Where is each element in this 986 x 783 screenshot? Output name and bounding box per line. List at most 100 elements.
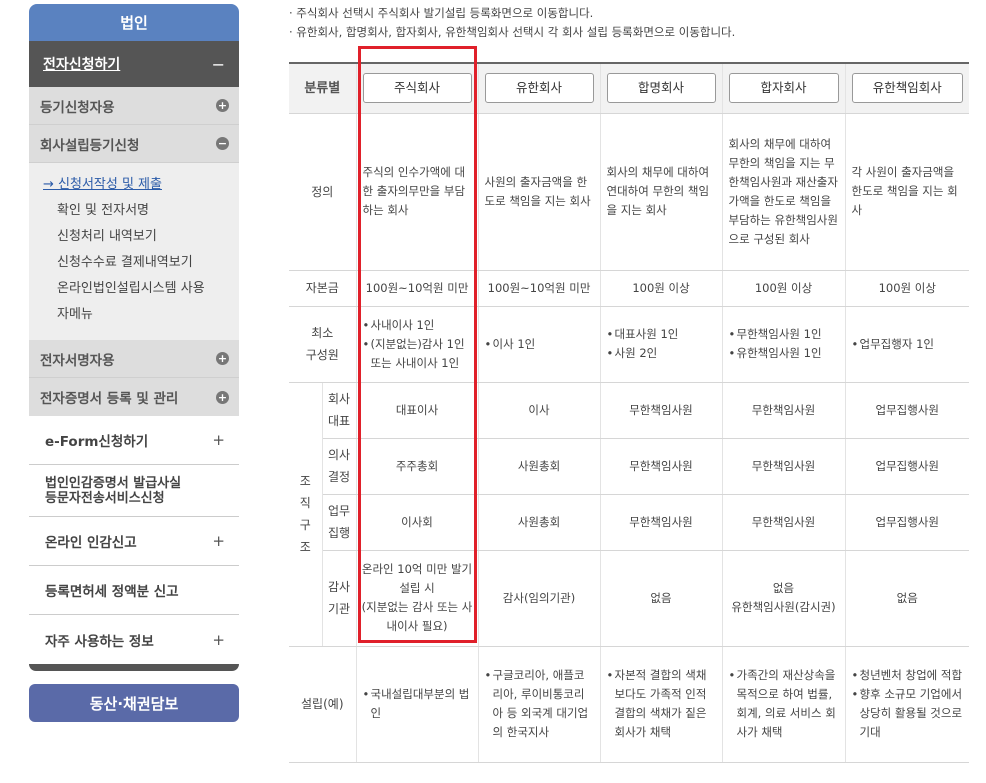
sub-label: 업무집행	[322, 494, 357, 551]
sidebar-item-label: 법인인감증명서 발급사실 등문자전송서비스신청	[45, 476, 181, 506]
sidebar: 법인 전자신청하기 − 등기신청자용 + 회사설립등기신청 − → 신청서작성 …	[29, 4, 239, 671]
sidebar-sub-certificate[interactable]: 전자증명서 등록 및 관리 +	[29, 378, 239, 416]
cell: 100원~10억원 미만	[477, 270, 601, 307]
header-cell: 주식회사	[355, 62, 479, 114]
label-line-1: 법인인감증명서 발급사실	[45, 475, 182, 491]
sidebar-item-label: 등록면허세 정액분 신고	[45, 584, 179, 600]
cell: 온라인 10억 미만 발기설립 시 (지분없는 감사 또는 사내이사 필요)	[355, 550, 479, 647]
sidebar-link-fee[interactable]: 신청수수료 결제내역보기	[29, 250, 239, 276]
row-label: 최소 구성원	[289, 306, 357, 383]
list-item: 향후 소규모 기업에서 상당히 활용될 것으로 기대	[852, 685, 964, 742]
cell: 사원의 출자금액을 한도로 책임을 지는 회사	[477, 113, 601, 271]
cell: 사원총회	[477, 494, 601, 551]
table-row-audit: 감사기관 온라인 10억 미만 발기설립 시 (지분없는 감사 또는 사내이사 …	[289, 550, 970, 647]
note-2: · 유한회사, 합명회사, 합자회사, 유한책임회사 선택시 각 회사 설립 등…	[289, 25, 736, 39]
list-item: 업무집행자 1인	[852, 335, 964, 354]
row-label: 정의	[289, 113, 357, 271]
table-row-definition: 정의 주식의 인수가액에 대한 출자의무만을 부담하는 회사 사원의 출자금액을…	[289, 113, 970, 271]
sidebar-item-label: 자주 사용하는 정보	[45, 633, 154, 650]
company-button-limited[interactable]: 유한회사	[484, 73, 594, 104]
sidebar-sub-label: 등기신청자용	[40, 99, 115, 116]
movable-asset-button[interactable]: 동산·채권담보	[29, 684, 239, 722]
note-1: · 주식회사 선택시 주식회사 발기설립 등록화면으로 이동합니다.	[289, 6, 594, 20]
cell: 사원총회	[477, 438, 601, 495]
sidebar-link-submenu[interactable]: 자메뉴	[29, 302, 239, 328]
header-cell: 유한회사	[477, 62, 601, 114]
sub-label: 회사 대표	[322, 382, 357, 439]
sidebar-link-application[interactable]: → 신청서작성 및 제출	[29, 172, 239, 198]
header-label-text: 분류별	[304, 80, 341, 96]
cell: 없음	[599, 550, 723, 647]
cell: 업무집행자 1인	[844, 306, 970, 383]
sidebar-item-license-tax[interactable]: 등록면허세 정액분 신고	[29, 566, 239, 615]
sub-label-line: 대표	[327, 414, 351, 428]
cell: 100원 이상	[721, 270, 846, 307]
cell: 대표사원 1인사원 2인	[599, 306, 723, 383]
plus-icon: +	[212, 630, 225, 649]
cell: 업무집행사원	[844, 494, 970, 551]
cell: 없음	[844, 550, 970, 647]
cell: 청년벤처 창업에 적합향후 소규모 기업에서 상당히 활용될 것으로 기대	[844, 646, 970, 763]
sub-label-line: 감사	[327, 580, 351, 594]
cell: 국내설립대부분의 법인	[355, 646, 479, 763]
cell: 무한책임사원	[599, 438, 723, 495]
header-cell: 합자회사	[721, 62, 846, 114]
sidebar-item-seal-sms[interactable]: 법인인감증명서 발급사실 등문자전송서비스신청	[29, 465, 239, 517]
cell: 감사(임의기관)	[477, 550, 601, 647]
sidebar-item-online-seal[interactable]: 온라인 인감신고 +	[29, 517, 239, 566]
sub-label-line: 기관	[327, 602, 351, 616]
table-header-row: 분류별 주식회사 유한회사 합명회사 합자회사 유한책임회사	[289, 62, 970, 114]
sidebar-item-label: 온라인 인감신고	[45, 535, 137, 551]
cell: 100원 이상	[844, 270, 970, 307]
cell: 가족간의 재산상속을 목적으로 하여 법률, 회계, 의료 서비스 회사가 채택	[721, 646, 846, 763]
company-button-stock[interactable]: 주식회사	[362, 73, 472, 104]
sub-label-line: 업무	[327, 504, 351, 518]
sidebar-link-online-system[interactable]: 온라인법인설립시스템 사용	[29, 276, 239, 302]
sub-label-line: 결정	[327, 470, 351, 484]
sidebar-item-label: e-Form신청하기	[45, 434, 149, 450]
sidebar-item-e-filing[interactable]: 전자신청하기 −	[29, 41, 239, 87]
list-item: 사원 2인	[607, 344, 716, 363]
sidebar-sub-label: 전자서명자용	[40, 352, 115, 369]
company-type-table: 분류별 주식회사 유한회사 합명회사 합자회사 유한책임회사 정의 주식의 인수…	[289, 62, 970, 763]
sidebar-sub-company-registration[interactable]: 회사설립등기신청 −	[29, 125, 239, 163]
header-cell: 유한책임회사	[844, 62, 970, 114]
row-label: 자본금	[289, 270, 357, 307]
sidebar-sub-list: → 신청서작성 및 제출 확인 및 전자서명 신청처리 내역보기 신청수수료 결…	[29, 163, 239, 340]
sidebar-sub-signer[interactable]: 전자서명자용 +	[29, 340, 239, 378]
company-button-general-partnership[interactable]: 합명회사	[606, 73, 716, 104]
table-row-decision: 의사 결정 주주총회 사원총회 무한책임사원 무한책임사원 업무집행사원	[289, 438, 970, 495]
list-item: (지분없는)감사 1인 또는 사내이사 1인	[363, 335, 472, 373]
cell: 각 사원이 출자금액을 한도로 책임을 지는 회사	[844, 113, 970, 271]
cell: 없음 유한책임사원(감시권)	[721, 550, 846, 647]
table-row-representative: 조 직 구 조 회사 대표 대표이사 이사 무한책임사원 무한책임사원 업무집행사…	[289, 382, 970, 647]
sidebar-link-history[interactable]: 신청처리 내역보기	[29, 224, 239, 250]
sidebar-item-eform[interactable]: e-Form신청하기 +	[29, 416, 239, 465]
list-item: 무한책임사원 1인	[729, 325, 839, 344]
sub-label-line: 집행	[327, 526, 351, 540]
list-item: 자본적 결합의 색채보다도 가족적 인적결합의 색채가 짙은 회사가 채택	[607, 666, 716, 742]
cell: 회사의 채무에 대하여 무한의 책임을 지는 무한책임사원과 재산출자 가액을 …	[721, 113, 846, 271]
cell: 사내이사 1인(지분없는)감사 1인 또는 사내이사 1인	[355, 306, 479, 383]
cell: 무한책임사원	[721, 438, 846, 495]
cell: 구글코리아, 애플코리아, 루이비통코리아 등 외국계 대기업의 한국지사	[477, 646, 601, 763]
list-item: 국내설립대부분의 법인	[363, 685, 472, 723]
cell: 100원 이상	[599, 270, 723, 307]
table-row-execution: 업무 집행 이사회 사원총회 무한책임사원 무한책임사원 업무집행사원	[289, 494, 970, 551]
row-label: 설립(예)	[289, 646, 357, 763]
list-item: 사내이사 1인	[363, 316, 472, 335]
cell: 자본적 결합의 색채보다도 가족적 인적결합의 색채가 짙은 회사가 채택	[599, 646, 723, 763]
sidebar-link-signature[interactable]: 확인 및 전자서명	[29, 198, 239, 224]
company-button-llc[interactable]: 유한책임회사	[851, 73, 964, 104]
cell: 무한책임사원	[721, 382, 846, 439]
list-item: 구글코리아, 애플코리아, 루이비통코리아 등 외국계 대기업의 한국지사	[485, 666, 594, 742]
company-button-limited-partnership[interactable]: 합자회사	[728, 73, 839, 104]
sidebar-item-favorites[interactable]: 자주 사용하는 정보 +	[29, 615, 239, 664]
sidebar-sub-registrant[interactable]: 등기신청자용 +	[29, 87, 239, 125]
expand-icon: +	[216, 99, 229, 112]
cell: 무한책임사원	[599, 382, 723, 439]
table-row-min-members: 최소 구성원 사내이사 1인(지분없는)감사 1인 또는 사내이사 1인 이사 …	[289, 306, 970, 383]
header-label: 분류별	[289, 62, 357, 114]
table-row-example: 설립(예) 국내설립대부분의 법인 구글코리아, 애플코리아, 루이비통코리아 …	[289, 646, 970, 763]
sub-label: 의사 결정	[322, 438, 357, 495]
